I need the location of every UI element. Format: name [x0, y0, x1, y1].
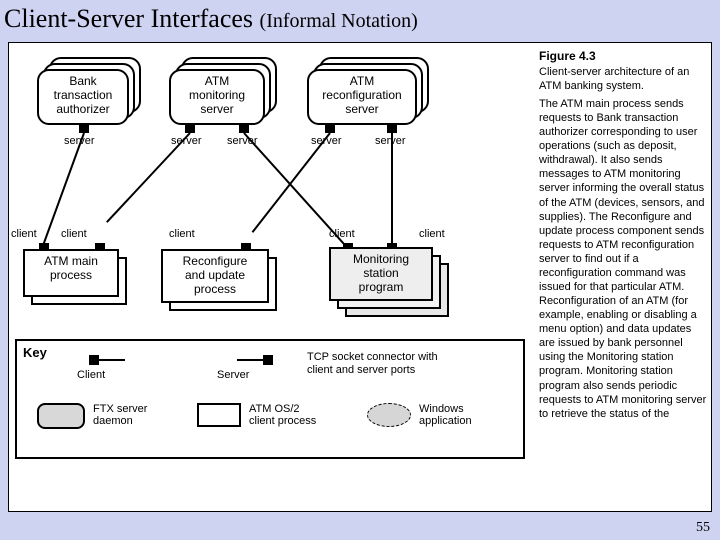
legend-os2-label: ATM OS/2 client process: [249, 403, 316, 427]
title-sub: (Informal Notation): [260, 10, 418, 32]
label-cli-recfg: client: [169, 228, 195, 240]
page-number: 55: [696, 520, 710, 536]
figure-number: Figure 4.3: [539, 49, 596, 64]
port-bank-server: [79, 123, 89, 133]
legend-client-label: Client: [77, 369, 105, 381]
legend-client-port: [89, 355, 99, 365]
port-recfg-srv1: [325, 123, 335, 133]
legend-server-label: Server: [217, 369, 249, 381]
legend-win-label: Windows application: [419, 403, 472, 427]
server-atm-recfg: ATM reconfiguration server: [307, 69, 417, 125]
title-main: Client-Server Interfaces: [4, 4, 253, 33]
server-bank: Bank transaction authorizer: [37, 69, 129, 125]
label-cli-atmmain2: client: [61, 228, 87, 240]
figure-area: Bank transaction authorizer server ATM m…: [8, 42, 712, 512]
legend-ftx-label: FTX server daemon: [93, 403, 147, 427]
label-cli-mon2: client: [419, 228, 445, 240]
figure-caption: Client-server architecture of an ATM ban…: [539, 65, 709, 93]
legend-win-shape: [367, 403, 411, 427]
port-mon-srv1: [185, 123, 195, 133]
legend-box: Key Client Server TCP socket connector w…: [15, 339, 525, 459]
legend-connector-label: TCP socket connector with client and ser…: [307, 351, 438, 377]
edge-recfg-station: [391, 133, 393, 245]
edge-mon-atmmain: [106, 132, 191, 223]
client-recfg-upd: Reconfigure and update process: [161, 249, 269, 303]
server-atm-mon: ATM monitoring server: [169, 69, 265, 125]
client-atm-main: ATM main process: [23, 249, 119, 297]
port-recfg-srv2: [387, 123, 397, 133]
legend-title: Key: [23, 345, 47, 360]
legend-server-port: [263, 355, 273, 365]
legend-os2-shape: [197, 403, 241, 427]
legend-ftx-shape: [37, 403, 85, 429]
legend-client-line: [99, 359, 125, 361]
slide-title: Client-Server Interfaces (Informal Notat…: [4, 4, 418, 34]
legend-server-line: [237, 359, 263, 361]
label-cli-atmmain1: client: [11, 228, 37, 240]
label-cli-mon1: client: [329, 228, 355, 240]
figure-explanation: The ATM main process sends requests to B…: [539, 97, 709, 421]
client-mon-station: Monitoring station program: [329, 247, 433, 301]
